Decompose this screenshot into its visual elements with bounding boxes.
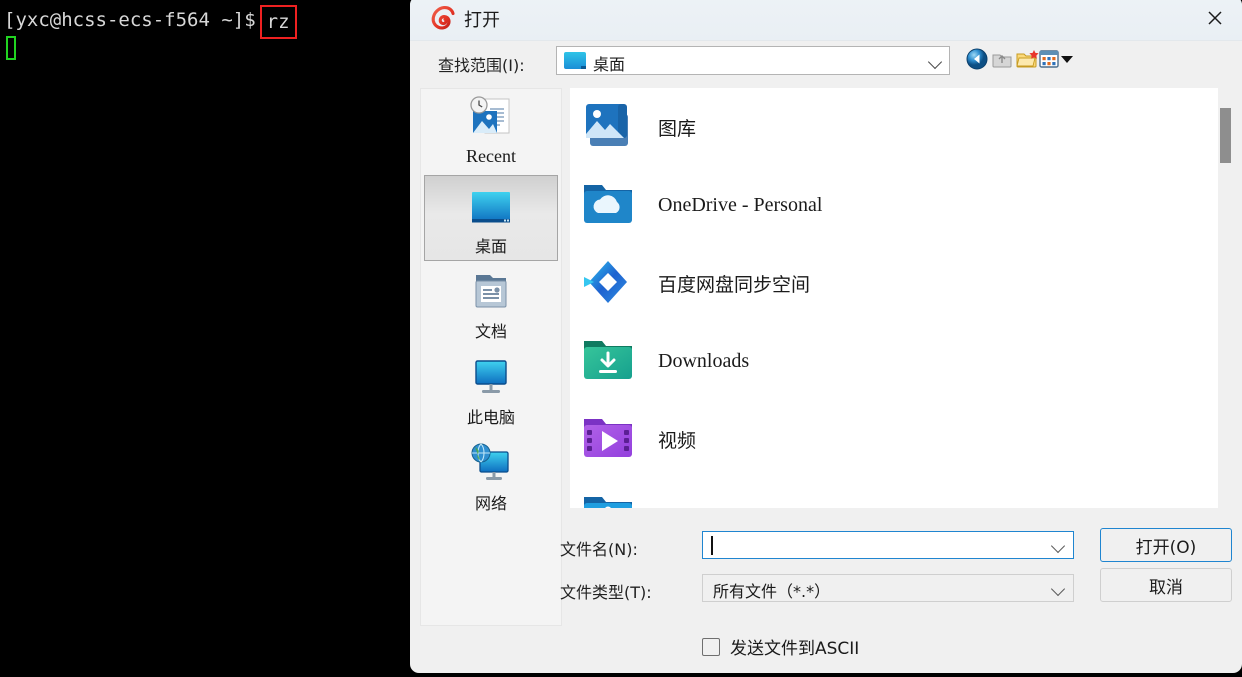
sidebar-item-documents[interactable]: 文档 [421,261,561,347]
chevron-down-icon[interactable] [927,54,943,70]
sidebar-item-label: 此电脑 [466,408,515,427]
list-item-label: 视频 [658,429,697,452]
sidebar-item-label: Recent [466,146,516,166]
filename-label: 文件名(N): [560,540,638,559]
recent-icon [463,95,519,141]
desktop-icon [465,182,517,228]
ascii-checkbox-row[interactable]: 发送文件到ASCII [702,634,859,659]
file-list-scrollbar[interactable] [1218,88,1232,508]
list-item[interactable]: 图库 [570,88,1232,166]
baidu-netdisk-icon [578,252,642,314]
lookin-label: 查找范围(I): [438,56,525,75]
list-item[interactable]: 百度网盘同步空间 [570,244,1232,322]
dialog-form: 文件名(N): 文件类型(T): 所有文件（*.*） 打开(O) 取消 发送文件… [410,516,1242,673]
sidebar-item-desktop[interactable]: 桌面 [424,175,558,261]
downloads-folder-icon [578,330,642,392]
terminal-cursor [6,36,16,60]
open-button[interactable]: 打开(O) [1100,528,1232,562]
cancel-button[interactable]: 取消 [1100,568,1232,602]
blue-folder-icon [578,486,642,508]
dialog-title: 打开 [464,10,500,31]
network-icon [465,439,517,485]
list-item-label: 百度网盘同步空间 [658,273,811,296]
filename-input[interactable] [702,531,1074,559]
chevron-down-icon[interactable] [1061,56,1073,63]
xshell-spiral-icon [430,5,456,31]
list-item-label: 图库 [658,117,697,140]
sidebar-item-this-pc[interactable]: 此电脑 [421,347,561,433]
list-item[interactable]: OneDrive - Personal [570,166,1232,244]
list-item[interactable]: 视频 [570,400,1232,478]
view-mode-icon[interactable] [1038,48,1060,70]
lookin-row: 查找范围(I): 桌面 [410,40,1242,88]
ascii-checkbox[interactable] [702,637,720,656]
file-list[interactable]: 图库 OneDrive - Personal 百度网盘同步空间 Download… [570,88,1232,508]
text-caret [711,536,713,555]
list-item-label: Downloads [658,349,750,372]
list-item[interactable] [570,478,1232,508]
sidebar-item-label: 桌面 [474,237,507,256]
filetype-select[interactable]: 所有文件（*.*） [702,574,1074,602]
this-pc-icon [466,353,516,399]
terminal-command-highlight: rz [259,5,297,39]
filetype-value: 所有文件（*.*） [713,582,831,601]
scrollbar-thumb[interactable] [1220,108,1231,163]
terminal-prompt-line: [yxc@hcss-ecs-f564 ~]$ rz [4,3,297,39]
sidebar-item-network[interactable]: 网络 [421,433,561,519]
lookin-value: 桌面 [593,55,626,74]
sidebar-item-label: 文档 [474,322,507,341]
gallery-icon [578,96,642,158]
sidebar-item-label: 网络 [474,494,507,513]
chevron-down-icon[interactable] [1050,581,1066,597]
documents-icon [466,267,516,313]
desktop-icon [564,52,586,69]
back-icon[interactable] [966,48,988,70]
videos-folder-icon [578,408,642,470]
filetype-label: 文件类型(T): [560,583,652,602]
open-file-dialog: 打开 查找范围(I): 桌面 Recent 桌面 文档 此电脑 网络 图库 On… [410,0,1242,673]
list-item[interactable]: Downloads [570,322,1232,400]
up-folder-icon [991,48,1013,70]
dialog-toolbar [966,48,1076,76]
new-folder-icon[interactable] [1016,48,1039,70]
onedrive-folder-icon [578,174,642,236]
chevron-down-icon[interactable] [1050,538,1066,554]
dialog-titlebar[interactable]: 打开 [410,0,1242,41]
sidebar-item-recent[interactable]: Recent [421,89,561,175]
close-icon[interactable] [1188,0,1242,40]
lookin-combobox[interactable]: 桌面 [556,46,950,75]
list-item-label: OneDrive - Personal [658,193,823,216]
ascii-checkbox-label: 发送文件到ASCII [730,639,860,659]
terminal-prompt: [yxc@hcss-ecs-f564 ~]$ [4,9,256,31]
